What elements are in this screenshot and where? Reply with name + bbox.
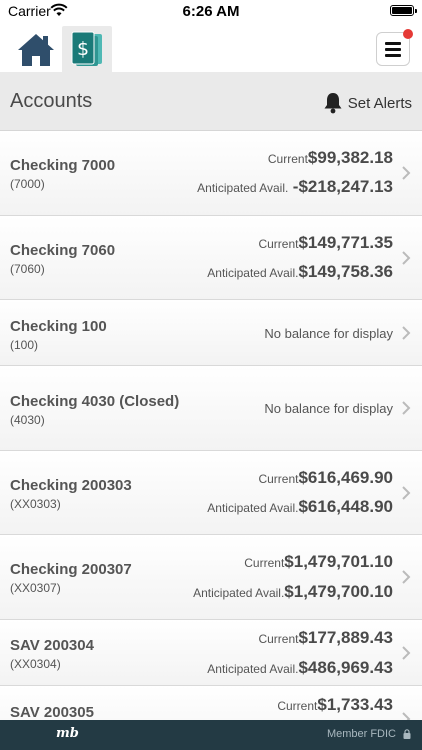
anticipated-label: Anticipated Avail.	[207, 501, 299, 515]
account-number: (XX0303)	[10, 497, 61, 511]
current-label: Current	[258, 472, 299, 486]
anticipated-label: Anticipated Avail.	[197, 181, 289, 195]
hamburger-menu-icon	[385, 41, 401, 45]
anticipated-value: $486,969.43	[298, 658, 393, 677]
home-icon	[18, 34, 54, 66]
current-value: $1,733.43	[317, 695, 393, 714]
chevron-right-icon	[402, 326, 411, 340]
account-list: Checking 7000 (7000) Current$99,382.18 A…	[0, 131, 422, 720]
no-balance-text: No balance for display	[264, 401, 393, 416]
account-row[interactable]: Checking 4030 (Closed) (4030) No balance…	[0, 366, 422, 451]
current-label: Current	[258, 632, 299, 646]
anticipated-balance: Anticipated Avail.$486,969.43	[207, 658, 393, 678]
footer: mb Member FDIC	[0, 720, 422, 750]
current-label: Current	[267, 152, 308, 166]
bank-logo: mb	[56, 726, 79, 741]
accounts-dollar-icon: $	[71, 31, 102, 66]
bell-icon	[324, 93, 342, 114]
account-number: (4030)	[10, 413, 45, 427]
clock: 6:26 AM	[182, 3, 240, 20]
status-bar: Carrier 6:26 AM	[0, 0, 422, 24]
chevron-right-icon	[402, 712, 411, 720]
account-row[interactable]: Checking 7060 (7060) Current$149,771.35 …	[0, 216, 422, 300]
current-balance: Current$616,469.90	[258, 468, 393, 488]
account-row[interactable]: SAV 200305 Current$1,733.43	[0, 686, 422, 720]
current-balance: Current$177,889.43	[258, 628, 393, 648]
current-label: Current	[244, 556, 285, 570]
anticipated-value: $149,758.36	[298, 262, 393, 281]
svg-text:$: $	[77, 38, 89, 60]
anticipated-balance: Anticipated Avail.$1,479,700.10	[193, 582, 393, 602]
chevron-right-icon	[402, 570, 411, 584]
account-row[interactable]: Checking 100 (100) No balance for displa…	[0, 300, 422, 366]
current-balance: Current$99,382.18	[268, 148, 393, 168]
anticipated-balance: Anticipated Avail. -$218,247.13	[197, 177, 393, 197]
chevron-right-icon	[402, 251, 411, 265]
anticipated-balance: Anticipated Avail.$149,758.36	[207, 262, 393, 282]
current-balance: Current$1,733.43	[277, 695, 393, 715]
set-alerts-button[interactable]: Set Alerts	[323, 92, 412, 114]
anticipated-value: -$218,247.13	[292, 177, 393, 196]
account-name: Checking 7000	[10, 157, 116, 174]
page-title: Accounts	[10, 90, 93, 112]
chevron-right-icon	[402, 166, 411, 180]
lock-icon	[403, 729, 411, 739]
current-value: $1,479,701.10	[284, 552, 393, 571]
account-name: Checking 200307	[10, 561, 132, 578]
anticipated-label: Anticipated Avail.	[193, 586, 285, 600]
current-label: Current	[258, 237, 299, 251]
anticipated-value: $1,479,700.10	[284, 582, 393, 601]
home-tab[interactable]	[12, 28, 60, 72]
account-row[interactable]: Checking 7000 (7000) Current$99,382.18 A…	[0, 131, 422, 216]
account-number: (XX0304)	[10, 657, 61, 671]
set-alerts-label: Set Alerts	[347, 94, 412, 112]
account-row[interactable]: Checking 200303 (XX0303) Current$616,469…	[0, 451, 422, 535]
current-value: $616,469.90	[298, 468, 393, 487]
current-value: $177,889.43	[298, 628, 393, 647]
account-name: Checking 7060	[10, 242, 116, 259]
accounts-tab[interactable]: $	[62, 26, 112, 72]
anticipated-value: $616,448.90	[298, 497, 393, 516]
current-balance: Current$1,479,701.10	[244, 552, 393, 572]
anticipated-label: Anticipated Avail.	[207, 266, 299, 280]
account-name: Checking 100	[10, 318, 107, 335]
account-name: SAV 200305	[10, 704, 94, 720]
current-balance: Current$149,771.35	[258, 233, 393, 253]
menu-button[interactable]	[376, 29, 413, 66]
battery-icon	[390, 5, 417, 16]
chevron-right-icon	[402, 486, 411, 500]
current-label: Current	[277, 699, 318, 713]
account-row[interactable]: SAV 200304 (XX0304) Current$177,889.43 A…	[0, 620, 422, 686]
app-header: $	[0, 24, 422, 72]
notification-badge	[403, 29, 413, 39]
account-name: Checking 4030 (Closed)	[10, 393, 180, 410]
anticipated-balance: Anticipated Avail.$616,448.90	[207, 497, 393, 517]
account-number: (7060)	[10, 262, 45, 276]
account-number: (XX0307)	[10, 581, 61, 595]
title-bar: Accounts Set Alerts	[0, 72, 422, 131]
anticipated-label: Anticipated Avail.	[207, 662, 299, 676]
account-row[interactable]: Checking 200307 (XX0307) Current$1,479,7…	[0, 535, 422, 620]
current-value: $99,382.18	[307, 148, 393, 167]
member-fdic-label: Member FDIC	[326, 728, 396, 740]
account-number: (7000)	[10, 177, 45, 191]
chevron-right-icon	[402, 646, 411, 660]
account-name: Checking 200303	[10, 477, 132, 494]
chevron-right-icon	[402, 401, 411, 415]
no-balance-text: No balance for display	[264, 326, 393, 341]
current-value: $149,771.35	[298, 233, 393, 252]
account-name: SAV 200304	[10, 637, 94, 654]
account-number: (100)	[10, 338, 39, 352]
